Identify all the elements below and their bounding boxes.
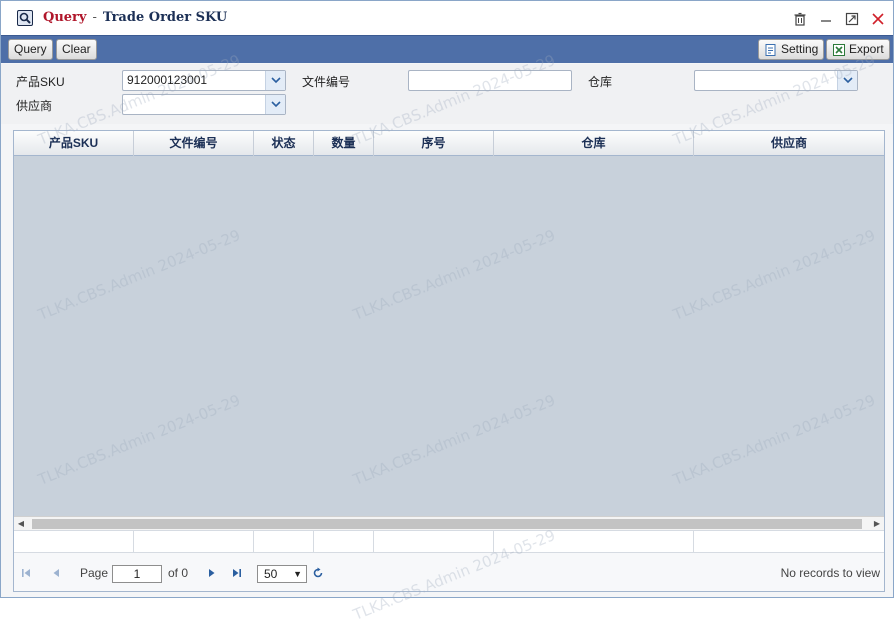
export-label: Export	[849, 42, 884, 56]
chevron-down-icon[interactable]	[265, 71, 285, 90]
sku-value: 912000123001	[127, 73, 208, 87]
clear-button[interactable]: Clear	[56, 39, 97, 60]
title-bar: Query - Trade Order SKU	[1, 1, 893, 35]
setting-button[interactable]: Setting	[758, 39, 825, 60]
trash-icon[interactable]	[791, 10, 809, 28]
column-header-seq-no[interactable]: 序号	[374, 131, 494, 156]
column-header-sku[interactable]: 产品SKU	[14, 131, 134, 156]
supplier-label: 供应商	[16, 99, 53, 113]
filter-panel: 产品SKU 912000123001 文件编号 仓库 供应商	[1, 64, 893, 124]
chevron-down-icon[interactable]	[265, 95, 285, 114]
records-status: No records to view	[780, 566, 880, 580]
page-size-value: 50	[264, 567, 278, 581]
results-grid: 产品SKU 文件编号 状态 数量 序号 仓库 供应商 ◀ ▶ Page 1 of…	[13, 130, 885, 592]
column-header-warehouse[interactable]: 仓库	[494, 131, 694, 156]
column-header-supplier[interactable]: 供应商	[694, 131, 884, 156]
scrollbar-thumb[interactable]	[32, 519, 862, 529]
query-window: Query - Trade Order SKU Query Clear Settin…	[0, 0, 894, 624]
grid-body	[14, 156, 884, 516]
footer-cell	[494, 531, 694, 553]
footer-cell	[314, 531, 374, 553]
refresh-icon[interactable]	[310, 565, 326, 581]
search-icon	[17, 10, 33, 26]
first-page-icon[interactable]	[18, 565, 34, 581]
page-label: Page	[80, 566, 109, 580]
next-page-icon[interactable]	[204, 565, 220, 581]
pager: Page 1 of 0 50 ▼ No records to view	[14, 552, 884, 591]
toolbar: Query Clear Setting Export	[1, 35, 893, 63]
excel-icon	[832, 43, 846, 57]
supplier-combobox[interactable]	[122, 94, 286, 115]
footer-cell	[694, 531, 884, 553]
close-icon[interactable]	[869, 10, 887, 28]
doc-no-input[interactable]	[408, 70, 572, 91]
page-size-select[interactable]: 50 ▼	[257, 565, 307, 583]
setting-label: Setting	[781, 42, 819, 56]
sku-combobox[interactable]: 912000123001	[122, 70, 286, 91]
page-count: of 0	[168, 566, 189, 580]
footer-cell	[134, 531, 254, 553]
last-page-icon[interactable]	[229, 565, 245, 581]
footer-cell	[14, 531, 134, 553]
grid-footer-row	[14, 530, 884, 553]
scroll-right-icon[interactable]: ▶	[870, 517, 884, 531]
warehouse-label: 仓库	[588, 75, 613, 89]
scroll-left-icon[interactable]: ◀	[14, 517, 28, 531]
column-header-doc-no[interactable]: 文件编号	[134, 131, 254, 156]
footer-cell	[374, 531, 494, 553]
title-separator: -	[92, 10, 97, 25]
title-main: Trade Order SKU	[102, 10, 228, 25]
minimize-icon[interactable]	[817, 10, 835, 28]
warehouse-combobox[interactable]	[694, 70, 858, 91]
sku-label: 产品SKU	[16, 75, 65, 89]
doc-no-label: 文件编号	[302, 75, 351, 89]
chevron-down-icon[interactable]	[837, 71, 857, 90]
title-query: Query	[43, 10, 87, 25]
window-title: Query - Trade Order SKU	[43, 10, 227, 25]
column-header-quantity[interactable]: 数量	[314, 131, 374, 156]
window-controls	[791, 10, 887, 28]
chevron-down-icon: ▼	[293, 569, 302, 579]
grid-header: 产品SKU 文件编号 状态 数量 序号 仓库 供应商	[14, 131, 884, 156]
maximize-icon[interactable]	[843, 10, 861, 28]
footer-cell	[254, 531, 314, 553]
horizontal-scrollbar[interactable]: ◀ ▶	[14, 516, 884, 530]
query-button[interactable]: Query	[8, 39, 53, 60]
page-number-input[interactable]: 1	[112, 565, 162, 583]
column-header-status[interactable]: 状态	[254, 131, 314, 156]
settings-icon	[764, 43, 778, 57]
export-button[interactable]: Export	[826, 39, 890, 60]
prev-page-icon[interactable]	[48, 565, 64, 581]
